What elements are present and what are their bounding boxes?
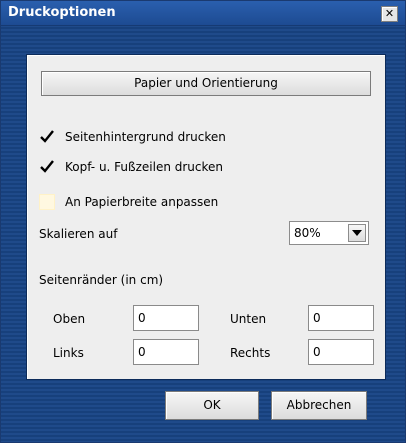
option-fit-width-label: An Papierbreite anpassen bbox=[65, 195, 219, 209]
margin-right-label: Rechts bbox=[230, 346, 271, 360]
checkbox-header-footer[interactable] bbox=[39, 159, 55, 175]
close-icon: ✕ bbox=[384, 7, 395, 20]
checkmark-icon bbox=[40, 160, 54, 173]
paper-orientation-button[interactable]: Papier und Orientierung bbox=[41, 71, 371, 96]
margin-top-label: Oben bbox=[53, 312, 86, 326]
option-header-footer-label: Kopf- u. Fußzeilen drucken bbox=[65, 160, 224, 174]
scale-select[interactable]: 80% bbox=[289, 221, 369, 245]
scale-label: Skalieren auf bbox=[39, 227, 118, 241]
option-background-label: Seitenhintergrund drucken bbox=[65, 130, 226, 144]
cancel-button[interactable]: Abbrechen bbox=[271, 391, 367, 420]
ok-button[interactable]: OK bbox=[165, 391, 259, 420]
close-button[interactable]: ✕ bbox=[381, 6, 398, 22]
margin-left-label: Links bbox=[53, 346, 84, 360]
option-fit-width-row[interactable]: An Papierbreite anpassen bbox=[39, 192, 218, 212]
scale-value: 80% bbox=[294, 226, 321, 240]
margin-top-input[interactable]: 0 bbox=[133, 305, 199, 331]
margins-title: Seitenränder (in cm) bbox=[39, 273, 164, 287]
margin-right-input[interactable]: 0 bbox=[308, 339, 374, 365]
checkbox-fit-width[interactable] bbox=[39, 194, 55, 210]
margin-bottom-input[interactable]: 0 bbox=[308, 305, 374, 331]
print-options-dialog: Druckoptionen ✕ Papier und Orientierung … bbox=[0, 0, 406, 443]
checkmark-icon bbox=[40, 130, 54, 143]
checkbox-background[interactable] bbox=[39, 129, 55, 145]
title-bar[interactable]: Druckoptionen ✕ bbox=[1, 1, 405, 26]
margin-left-input[interactable]: 0 bbox=[133, 339, 199, 365]
option-background-row[interactable]: Seitenhintergrund drucken bbox=[39, 127, 226, 147]
options-panel: Papier und Orientierung Seitenhintergrun… bbox=[26, 54, 386, 380]
chevron-down-icon bbox=[352, 230, 362, 236]
dropdown-arrow-button[interactable] bbox=[348, 224, 366, 242]
dialog-title: Druckoptionen bbox=[8, 5, 116, 20]
margin-bottom-label: Unten bbox=[230, 312, 267, 326]
option-header-footer-row[interactable]: Kopf- u. Fußzeilen drucken bbox=[39, 157, 223, 177]
